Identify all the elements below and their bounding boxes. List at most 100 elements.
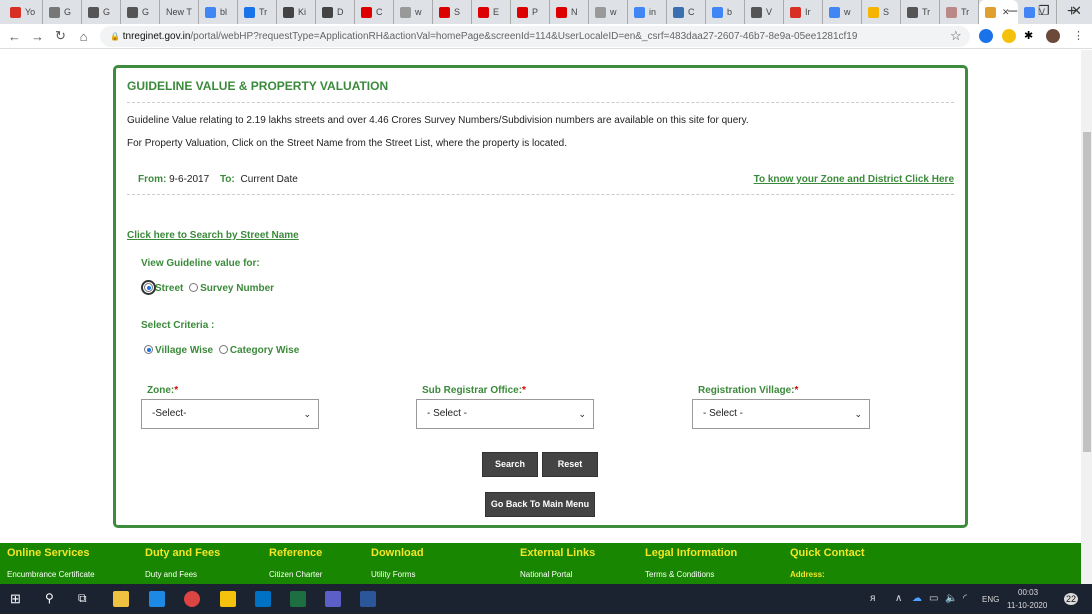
windows-start-icon[interactable]: ⊞ [10, 591, 21, 607]
radio-street[interactable]: Street [141, 280, 183, 295]
browser-tab[interactable]: Tr [940, 0, 979, 24]
browser-tab[interactable]: N [550, 0, 589, 24]
browser-tab[interactable]: D [316, 0, 355, 24]
task-view-icon[interactable]: ⧉ [78, 591, 87, 606]
browser-tab[interactable]: Tr [901, 0, 940, 24]
tab-label: w [415, 7, 422, 17]
address-bar-row: ← → ↻ ⌂ 🔒 tnreginet.gov.in/portal/webHP?… [0, 24, 1092, 49]
footer-link: Address: [790, 570, 825, 579]
browser-tab[interactable]: w [823, 0, 862, 24]
battery-icon[interactable]: ▭ [929, 593, 938, 604]
word-icon[interactable] [360, 591, 376, 607]
file-explorer-icon[interactable] [113, 591, 129, 607]
scrollbar[interactable] [1081, 50, 1092, 584]
browser-tab[interactable]: w [394, 0, 433, 24]
clock-time[interactable]: 00:03 [1018, 588, 1038, 597]
browser-tab[interactable]: C [355, 0, 394, 24]
tab-label: G [103, 7, 111, 17]
footer-heading: Reference [269, 547, 323, 559]
volume-icon[interactable]: 🔈 [945, 593, 957, 604]
village-select[interactable]: - Select - ⌄ [692, 399, 870, 429]
scrollbar-thumb[interactable] [1083, 132, 1091, 452]
tab-label: P [532, 7, 539, 17]
browser-tab[interactable]: C [667, 0, 706, 24]
reset-button[interactable]: Reset [542, 452, 598, 477]
minimize-button[interactable]: ─ [1008, 3, 1017, 18]
tmi-icon [361, 6, 372, 18]
people-icon[interactable]: ᴙ [870, 593, 875, 604]
browser-tab[interactable]: P [511, 0, 550, 24]
footer-link[interactable]: Utility Forms [371, 570, 415, 579]
language-indicator[interactable]: ENG [982, 595, 999, 604]
back-icon[interactable]: ← [3, 29, 26, 44]
footer-link[interactable]: Citizen Charter [269, 570, 322, 579]
browser-tab[interactable]: New T [160, 0, 199, 24]
browser-tab[interactable]: Ki [277, 0, 316, 24]
browser-tab[interactable]: G [121, 0, 160, 24]
info-text: Guideline Value relating to 2.19 lakhs s… [127, 115, 749, 126]
zone-select[interactable]: -Select- ⌄ [141, 399, 319, 429]
footer-link[interactable]: Encumbrance Certificate [7, 570, 95, 579]
bookmark-star-icon[interactable]: ☆ [950, 28, 962, 44]
puzzle-icon[interactable]: ✱ [1024, 29, 1033, 42]
clock-date[interactable]: 11-10-2020 [1007, 601, 1047, 610]
radio-village-wise[interactable]: Village Wise [144, 345, 213, 356]
browser-tab[interactable]: S [433, 0, 472, 24]
radio-survey-number[interactable]: Survey Number [189, 283, 274, 294]
browser-tab[interactable]: V [745, 0, 784, 24]
lock-icon: 🔒 [110, 32, 120, 41]
extension-icon[interactable] [1002, 29, 1016, 43]
reload-icon[interactable]: ↻ [49, 28, 72, 44]
cloud-icon [673, 6, 684, 18]
browser-tab[interactable]: bl [199, 0, 238, 24]
browser-tab[interactable]: Yo [4, 0, 43, 24]
browser-tab[interactable]: G [82, 0, 121, 24]
close-window-button[interactable]: ✕ [1071, 3, 1082, 19]
edge-icon[interactable] [149, 591, 165, 607]
footer-link[interactable]: Terms & Conditions [645, 570, 714, 579]
forward-icon[interactable]: → [26, 29, 49, 44]
sro-select[interactable]: - Select - ⌄ [416, 399, 594, 429]
tab-label: in [649, 7, 657, 17]
excel-icon[interactable] [290, 591, 306, 607]
zone-district-link[interactable]: To know your Zone and District Click Her… [754, 174, 954, 185]
lock-icon [283, 6, 294, 18]
radio-category-wise[interactable]: Category Wise [218, 345, 299, 356]
guideline-panel: GUIDELINE VALUE & PROPERTY VALUATION Gui… [113, 65, 968, 528]
footer-link[interactable]: National Portal [520, 570, 572, 579]
url-input[interactable]: 🔒 tnreginet.gov.in/portal/webHP?requestT… [100, 26, 970, 47]
footer-link[interactable]: Duty and Fees [145, 570, 197, 579]
extension-icon[interactable] [979, 29, 993, 43]
tab-label: C [376, 7, 383, 17]
browser-tab[interactable]: in [628, 0, 667, 24]
onedrive-icon[interactable]: ☁ [912, 593, 922, 604]
village-label: Registration Village:* [698, 385, 799, 396]
menu-icon[interactable]: ⋮ [1073, 29, 1084, 42]
image-icon [946, 6, 957, 18]
outlook-icon[interactable] [255, 591, 271, 607]
profile-avatar[interactable] [1046, 29, 1060, 43]
home-icon[interactable]: ⌂ [72, 29, 95, 44]
search-icon[interactable]: ⚲ [45, 591, 54, 605]
browser-tab[interactable]: Tr [238, 0, 277, 24]
browser-tab[interactable]: E [472, 0, 511, 24]
browser-tab[interactable]: Ir [784, 0, 823, 24]
wifi-icon[interactable]: ◜ [963, 593, 967, 604]
search-button[interactable]: Search [482, 452, 538, 477]
search-by-street-link[interactable]: Click here to Search by Street Name [127, 230, 299, 241]
footer-heading: Online Services [7, 547, 90, 559]
restore-button[interactable]: ❐ [1038, 3, 1050, 19]
tmi-icon [556, 6, 567, 18]
notifications-badge[interactable]: 22 [1064, 593, 1079, 605]
chrome-icon[interactable] [184, 591, 200, 607]
sticky-notes-icon[interactable] [220, 591, 236, 607]
main-menu-button[interactable]: Go Back To Main Menu [485, 492, 595, 517]
info-text: For Property Valuation, Click on the Str… [127, 138, 568, 149]
tray-chevron-icon[interactable]: ∧ [895, 593, 902, 604]
browser-tab[interactable]: b [706, 0, 745, 24]
browser-tab[interactable]: G [43, 0, 82, 24]
footer-heading: Duty and Fees [145, 547, 221, 559]
browser-tab[interactable]: w [589, 0, 628, 24]
browser-tab[interactable]: S [862, 0, 901, 24]
teams-icon[interactable] [325, 591, 341, 607]
